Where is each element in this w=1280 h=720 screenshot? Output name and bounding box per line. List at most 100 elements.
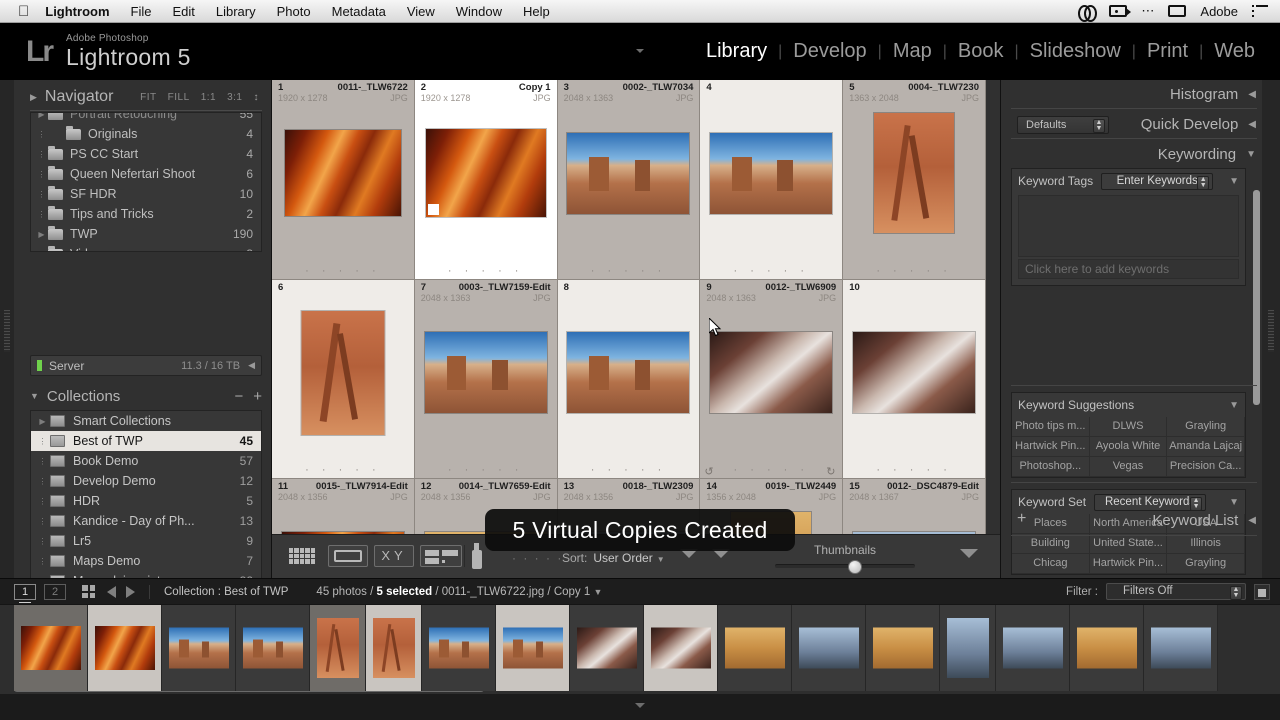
filmstrip-thumbnail[interactable] <box>1076 627 1137 669</box>
grid-cell[interactable]: 11 0015-_TLW7914-Edit 2048 x 1356 JPG <box>272 479 415 534</box>
filmstrip-cell[interactable] <box>310 605 366 691</box>
grid-cell[interactable]: 15 0012-_DSC4879-Edit 2048 x 1367 JPG <box>843 479 986 534</box>
filmstrip-thumbnail[interactable] <box>576 627 637 669</box>
grid-cell[interactable]: 7 0003-_TLW7159-Edit 2048 x 1363 JPG · · · ·… <box>414 279 558 479</box>
filmstrip-cell[interactable] <box>14 605 88 691</box>
folder-row[interactable]: ⋮ Video3 <box>31 244 261 251</box>
keyword-set-item[interactable]: Hartwick Pin... <box>1089 554 1168 574</box>
disclosure-icon[interactable]: ⋮ <box>35 497 50 506</box>
folders-list[interactable]: ▶ Portrait Retouching 55 ⋮ Originals 4 ⋮ PS CC … <box>30 112 262 252</box>
keyword-suggestion-item[interactable]: Amanda Lajcaj <box>1167 437 1245 457</box>
chevron-right-icon[interactable]: ▶ <box>30 92 37 103</box>
filmstrip-thumbnail[interactable] <box>168 627 229 669</box>
chevron-down-icon[interactable]: ▼ <box>593 587 602 597</box>
chevron-left-icon[interactable]: ◀ <box>1248 515 1256 526</box>
filmstrip-thumbnail[interactable] <box>316 618 359 678</box>
keyword-suggestion-item[interactable]: Ayoola White <box>1089 437 1168 457</box>
filmstrip-cell[interactable] <box>366 605 422 691</box>
keyword-suggestion-item[interactable]: Grayling <box>1167 417 1245 437</box>
navigator-header[interactable]: ▶ Navigator FIT FILL 1:1 3:1 ↕ <box>30 84 259 110</box>
keyword-list-header[interactable]: Keyword List ◀ <box>1152 512 1256 529</box>
cell-rating-stars[interactable]: · · · · · <box>415 265 557 277</box>
cell-rating-stars[interactable]: · · · · · <box>843 265 985 277</box>
module-map[interactable]: Map <box>882 40 943 63</box>
folder-row[interactable]: ⋮ Queen Nefertari Shoot 6 <box>31 164 261 184</box>
module-book[interactable]: Book <box>947 40 1015 63</box>
filmstrip-cell[interactable] <box>88 605 162 691</box>
folder-row[interactable]: ⋮ Originals 4 <box>31 124 261 144</box>
module-library[interactable]: Library <box>695 40 778 63</box>
spray-can-icon[interactable] <box>470 543 483 569</box>
nav-mode-1to1[interactable]: 1:1 <box>201 92 216 103</box>
add-collection-button[interactable]: + <box>253 388 262 405</box>
rotate-icon[interactable]: ↻ <box>826 465 838 478</box>
collection-row[interactable]: ⋮ HDR 5 <box>31 491 261 511</box>
filmstrip-cell[interactable] <box>940 605 996 691</box>
disclosure-icon[interactable]: ▶ <box>35 230 48 239</box>
forward-arrow-icon[interactable] <box>126 585 135 598</box>
slider-knob[interactable] <box>847 560 862 574</box>
filter-preset-select[interactable]: Filters Off ▲ ▼ <box>1106 583 1246 600</box>
chevron-left-icon[interactable]: ◀ <box>1248 89 1256 100</box>
nav-mode-3to1[interactable]: 3:1 <box>227 92 242 103</box>
screen-recorder-icon[interactable] <box>1109 5 1132 17</box>
collection-row[interactable]: ▶ Smart Collections <box>31 411 261 431</box>
chevron-down-icon[interactable]: ▼ <box>1229 400 1239 411</box>
screen-2-button[interactable]: 2 <box>44 583 66 600</box>
stepper-icon[interactable]: ▲ ▼ <box>1230 586 1242 600</box>
thumbnail[interactable] <box>566 331 691 414</box>
chevron-down-icon[interactable]: ▼ <box>1246 149 1256 160</box>
volume-browser-server[interactable]: Server 11.3 / 16 TB ◀ <box>30 355 262 376</box>
collection-row[interactable]: ⋮ Lr5 9 <box>31 531 261 551</box>
thumbnail[interactable] <box>423 331 548 414</box>
filmstrip-cell[interactable] <box>1144 605 1218 691</box>
remove-collection-button[interactable]: − <box>234 388 243 405</box>
filmstrip-thumbnail[interactable] <box>1002 627 1063 669</box>
menu-help[interactable]: Help <box>523 4 550 19</box>
cell-rating-stars[interactable]: · · · · · <box>700 464 842 476</box>
thumbnail-size-slider[interactable] <box>775 560 915 574</box>
ellipsis-icon[interactable]: ⋯ <box>1141 3 1154 19</box>
apple-icon[interactable]:  <box>18 4 29 19</box>
stepper-icon[interactable]: ▲ ▼ <box>1190 496 1203 511</box>
chevron-down-icon[interactable]: ▼ <box>1229 176 1239 187</box>
menu-photo[interactable]: Photo <box>277 4 311 19</box>
chevron-left-icon[interactable]: ◀ <box>248 360 255 371</box>
keywording-header[interactable]: Keywording ▼ <box>1158 146 1256 163</box>
chevron-down-icon[interactable] <box>635 703 645 708</box>
quick-develop-header[interactable]: Quick Develop ◀ <box>1141 116 1256 133</box>
bottom-panel-toggle[interactable] <box>0 694 1280 720</box>
stepper-icon[interactable]: ▲ ▼ <box>1197 175 1210 190</box>
rating-stars[interactable]: · · · · · <box>512 551 563 565</box>
disclosure-icon[interactable]: ⋮ <box>35 210 48 219</box>
filmstrip-thumbnail[interactable] <box>502 627 563 669</box>
disclosure-icon[interactable]: ⋮ <box>35 517 50 526</box>
keyword-suggestion-item[interactable]: Vegas <box>1089 457 1168 477</box>
filmstrip-thumbnail[interactable] <box>372 618 415 678</box>
filmstrip-thumbnail[interactable] <box>428 627 489 669</box>
screen-1-button[interactable]: 1 <box>14 583 36 603</box>
collection-row[interactable]: ⋮ Book Demo 57 <box>31 451 261 471</box>
disclosure-icon[interactable]: ▶ <box>35 113 48 119</box>
cell-rating-stars[interactable]: · · · · · <box>843 464 985 476</box>
filmstrip-thumbnail[interactable] <box>1150 627 1211 669</box>
menu-file[interactable]: File <box>131 4 152 19</box>
thumbnail[interactable] <box>424 128 547 218</box>
filter-toggle-switch[interactable] <box>1254 583 1270 600</box>
filmstrip-thumbnail[interactable] <box>650 627 711 669</box>
thumbnail[interactable] <box>873 112 956 234</box>
filmstrip-thumbnail[interactable] <box>946 618 989 678</box>
disclosure-icon[interactable]: ⋮ <box>35 150 48 159</box>
keyword-suggestion-item[interactable]: Precision Ca... <box>1167 457 1245 477</box>
top-panel-toggle-arrow[interactable] <box>627 47 653 56</box>
disclosure-icon[interactable]: ⋮ <box>35 170 48 179</box>
filmstrip-thumbnail[interactable] <box>94 626 155 670</box>
keyword-textarea[interactable] <box>1018 195 1239 257</box>
loupe-view-icon[interactable] <box>328 545 368 567</box>
keyword-suggestion-item[interactable]: DLWS <box>1089 417 1168 437</box>
menu-metadata[interactable]: Metadata <box>332 4 386 19</box>
chevron-down-icon[interactable]: ▼ <box>1229 497 1239 508</box>
stepper-icon[interactable]: ▲ ▼ <box>1093 119 1105 133</box>
left-panel-edge[interactable] <box>0 80 14 578</box>
menu-edit[interactable]: Edit <box>172 4 194 19</box>
